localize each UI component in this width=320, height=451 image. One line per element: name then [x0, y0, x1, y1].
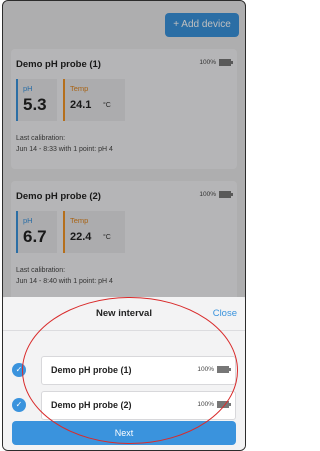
- check-icon: ✓: [15, 365, 23, 374]
- battery-icon: [217, 366, 231, 373]
- close-button[interactable]: Close: [213, 308, 237, 319]
- modal-backdrop[interactable]: [3, 1, 245, 297]
- next-button[interactable]: Next: [12, 421, 236, 445]
- probe-name: Demo pH probe (2): [51, 400, 132, 410]
- phone-frame: + Add device Demo pH probe (1) 100% pH 5…: [2, 0, 246, 451]
- probe-1-checkbox[interactable]: ✓: [12, 363, 26, 377]
- probe-2-checkbox[interactable]: ✓: [12, 398, 26, 412]
- divider: [3, 330, 245, 331]
- check-icon: ✓: [15, 400, 23, 409]
- battery-status: 100%: [197, 401, 231, 408]
- battery-icon: [217, 401, 231, 408]
- battery-percent: 100%: [197, 366, 214, 373]
- probe-option-2[interactable]: Demo pH probe (2) 100%: [41, 391, 236, 420]
- sheet-title: New interval: [96, 308, 152, 319]
- probe-option-1[interactable]: Demo pH probe (1) 100%: [41, 356, 236, 385]
- battery-percent: 100%: [197, 401, 214, 408]
- battery-status: 100%: [197, 366, 231, 373]
- probe-name: Demo pH probe (1): [51, 365, 132, 375]
- new-interval-sheet: New interval Close ✓ Demo pH probe (1) 1…: [3, 297, 245, 450]
